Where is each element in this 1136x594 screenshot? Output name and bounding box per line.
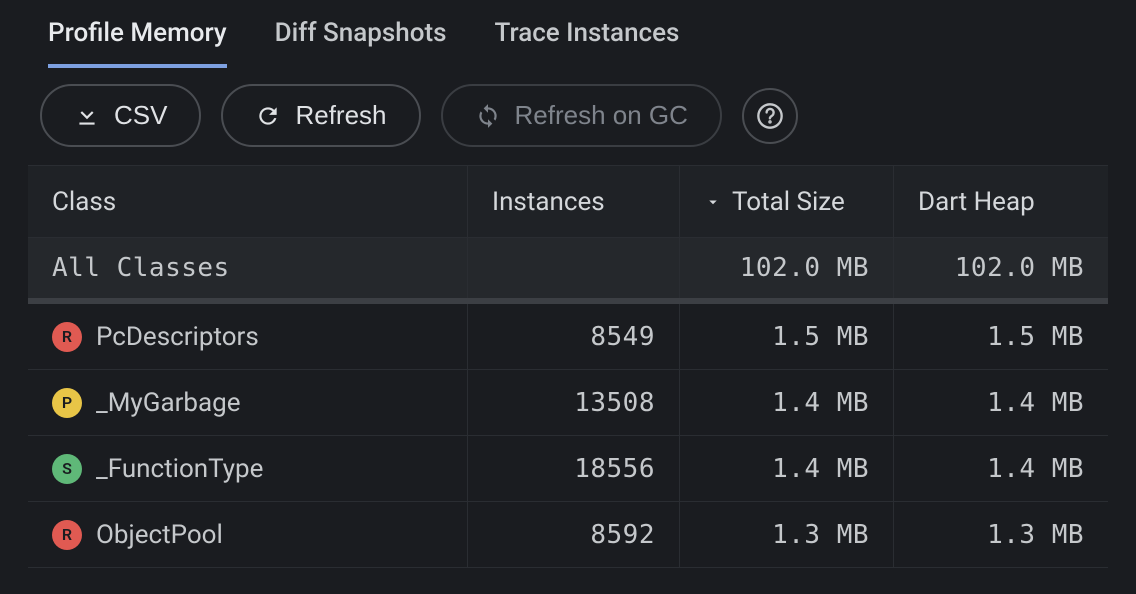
- class-badge: S: [52, 454, 82, 484]
- class-badge: P: [52, 388, 82, 418]
- toolbar: CSV Refresh Refresh on GC: [0, 68, 1136, 165]
- refresh-gc-label: Refresh on GC: [515, 100, 688, 131]
- total-size-cell: 1.4 MB: [680, 370, 894, 435]
- total-size-cell: 1.5 MB: [680, 304, 894, 369]
- class-cell: R ObjectPool: [28, 502, 468, 567]
- instances-cell: 13508: [468, 370, 680, 435]
- tab-trace-instances[interactable]: Trace Instances: [495, 18, 680, 68]
- dart-heap-cell: 1.3 MB: [894, 502, 1108, 567]
- header-total-size-label: Total Size: [732, 187, 845, 217]
- instances-cell: 18556: [468, 436, 680, 501]
- tab-profile-memory[interactable]: Profile Memory: [48, 18, 227, 68]
- dart-heap-cell: 1.5 MB: [894, 304, 1108, 369]
- header-total-size[interactable]: Total Size: [680, 166, 894, 237]
- summary-label: All Classes: [28, 238, 468, 298]
- memory-table: Class Instances Total Size Dart Heap All…: [28, 165, 1108, 568]
- table-row[interactable]: RPcDescriptors85491.5 MB1.5 MB: [28, 304, 1108, 370]
- chevron-down-icon: [704, 193, 722, 211]
- tab-bar: Profile Memory Diff Snapshots Trace Inst…: [0, 0, 1136, 68]
- header-dart-heap[interactable]: Dart Heap: [894, 166, 1108, 237]
- summary-heap: 102.0 MB: [894, 238, 1108, 298]
- tab-diff-snapshots[interactable]: Diff Snapshots: [275, 18, 447, 68]
- class-name: _MyGarbage: [96, 388, 241, 418]
- header-class[interactable]: Class: [28, 166, 468, 237]
- refresh-on-gc-button[interactable]: Refresh on GC: [441, 84, 722, 147]
- table-header: Class Instances Total Size Dart Heap: [28, 166, 1108, 238]
- help-icon: [756, 102, 784, 130]
- dart-heap-cell: 1.4 MB: [894, 370, 1108, 435]
- refresh-label: Refresh: [295, 100, 386, 131]
- class-badge: R: [52, 322, 82, 352]
- csv-label: CSV: [114, 100, 167, 131]
- class-cell: R PcDescriptors: [28, 304, 468, 369]
- refresh-button[interactable]: Refresh: [221, 84, 420, 147]
- class-badge: R: [52, 520, 82, 550]
- total-size-cell: 1.3 MB: [680, 502, 894, 567]
- instances-cell: 8549: [468, 304, 680, 369]
- table-row[interactable]: S_FunctionType185561.4 MB1.4 MB: [28, 436, 1108, 502]
- csv-button[interactable]: CSV: [40, 84, 201, 147]
- class-name: _FunctionType: [96, 454, 263, 484]
- class-name: PcDescriptors: [96, 322, 259, 352]
- summary-row[interactable]: All Classes 102.0 MB 102.0 MB: [28, 238, 1108, 304]
- total-size-cell: 1.4 MB: [680, 436, 894, 501]
- header-instances[interactable]: Instances: [468, 166, 680, 237]
- download-icon: [74, 103, 100, 129]
- table-row[interactable]: P_MyGarbage135081.4 MB1.4 MB: [28, 370, 1108, 436]
- summary-instances: [468, 238, 680, 298]
- instances-cell: 8592: [468, 502, 680, 567]
- class-name: ObjectPool: [96, 520, 223, 550]
- sync-icon: [475, 103, 501, 129]
- dart-heap-cell: 1.4 MB: [894, 436, 1108, 501]
- class-cell: S _FunctionType: [28, 436, 468, 501]
- class-cell: P _MyGarbage: [28, 370, 468, 435]
- table-row[interactable]: RObjectPool85921.3 MB1.3 MB: [28, 502, 1108, 568]
- refresh-icon: [255, 103, 281, 129]
- summary-total: 102.0 MB: [680, 238, 894, 298]
- help-button[interactable]: [742, 88, 798, 144]
